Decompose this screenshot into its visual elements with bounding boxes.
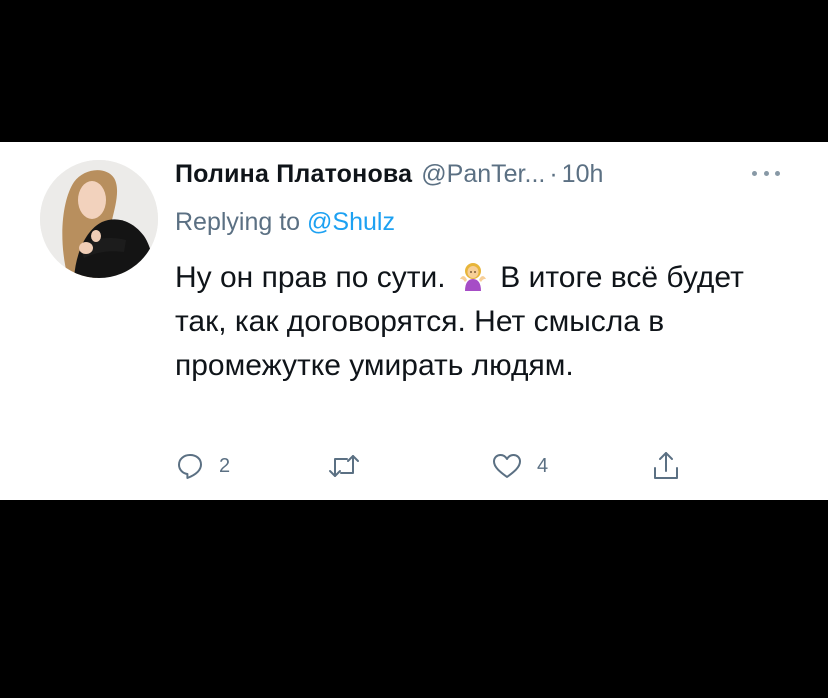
more-dot — [763, 170, 769, 176]
author-name[interactable]: Полина Платонова — [175, 160, 412, 189]
author-handle[interactable]: @PanTer... — [421, 160, 545, 189]
share-button[interactable] — [651, 448, 681, 484]
heart-icon — [493, 454, 521, 478]
timestamp[interactable]: 10h — [562, 160, 604, 189]
screenshot-frame: Полина Платонова @PanTer... · 10h Replyi… — [0, 0, 828, 698]
retweet-icon — [329, 455, 359, 477]
retweet-button[interactable] — [327, 448, 375, 484]
tweet-actions: 2 4 — [175, 448, 695, 484]
reply-button[interactable]: 2 — [175, 448, 230, 484]
woman-shrugging-icon — [458, 260, 488, 291]
tweet-card[interactable]: Полина Платонова @PanTer... · 10h Replyi… — [0, 142, 828, 500]
reply-count: 2 — [219, 454, 231, 477]
like-count: 4 — [537, 454, 549, 477]
reply-icon — [178, 454, 202, 479]
replying-to-handle[interactable]: @Shulz — [307, 208, 395, 236]
tweet-text: Ну он прав по сути. В итоге всё будет та… — [175, 256, 765, 388]
replying-to-label: Replying to — [175, 208, 301, 236]
avatar[interactable] — [40, 160, 158, 278]
avatar-photo — [40, 160, 158, 278]
replying-to: Replying to @Shulz — [175, 208, 395, 237]
tweet-header: Полина Платонова @PanTer... · 10h — [175, 160, 603, 196]
more-options-icon[interactable] — [752, 168, 780, 178]
tweet-text-part1: Ну он прав по сути. — [175, 261, 446, 294]
share-icon — [654, 452, 678, 479]
separator-dot: · — [549, 160, 558, 188]
more-dot — [775, 170, 780, 176]
like-button[interactable]: 4 — [491, 448, 548, 484]
more-dot — [752, 170, 757, 176]
